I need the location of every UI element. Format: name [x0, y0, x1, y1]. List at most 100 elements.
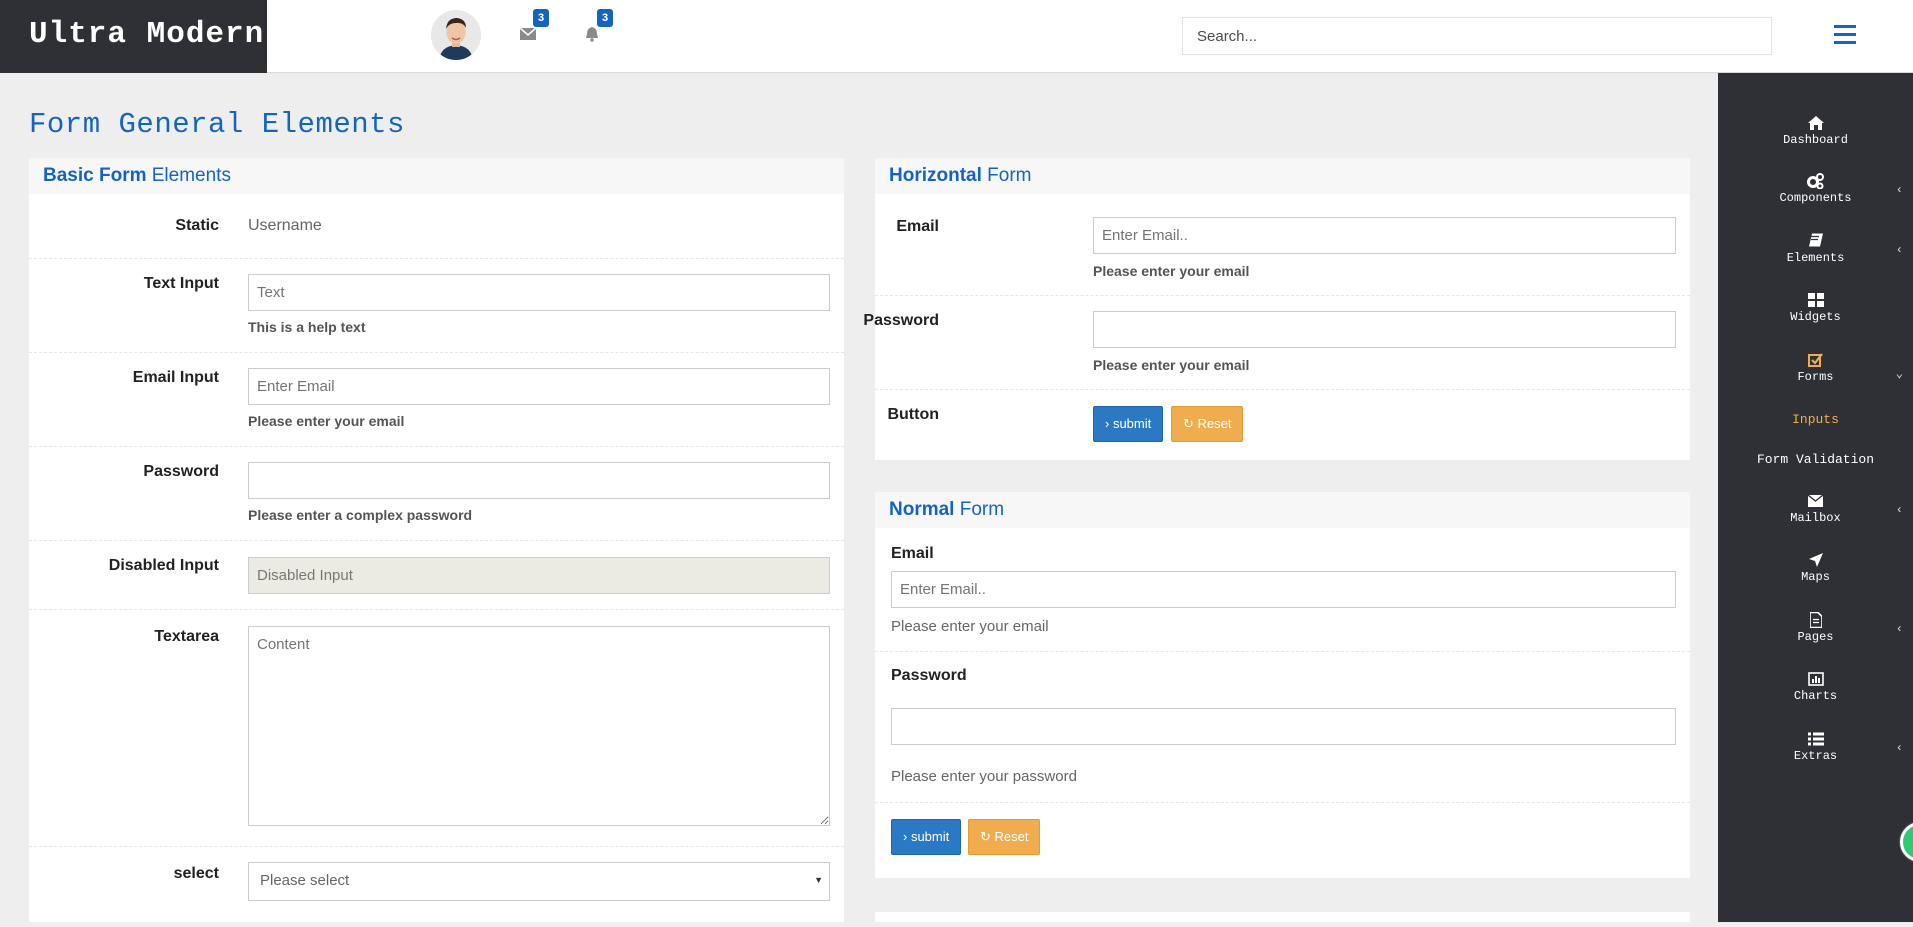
form-row-select: select Please select ▼	[29, 847, 844, 927]
check-square-icon	[1808, 353, 1823, 367]
sidebar-item-elements[interactable]: Elements ‹	[1718, 233, 1913, 265]
textarea-label: Textarea	[154, 628, 219, 645]
email-label: Email	[891, 545, 934, 562]
form-row-password: Password Please enter your password	[875, 652, 1690, 803]
avatar[interactable]	[431, 10, 481, 60]
sidebar-item-label: Form Validation	[1756, 452, 1875, 467]
email-input[interactable]	[891, 571, 1676, 608]
bar-chart-icon	[1807, 672, 1824, 686]
email-input[interactable]	[248, 368, 830, 405]
form-row-static: Static Username	[29, 194, 844, 259]
refresh-icon: ↻	[1183, 416, 1198, 431]
form-row-disabled: Disabled Input Disabled Input	[29, 541, 844, 610]
password-input[interactable]	[1093, 311, 1676, 348]
th-large-icon	[1807, 293, 1824, 307]
submit-button[interactable]: › submit	[891, 819, 962, 855]
sidebar: Dashboard Components ‹ Elements ‹ Widget…	[1718, 73, 1913, 922]
form-row-buttons: Button › submit ↻ Reset	[875, 390, 1690, 460]
sidebar-item-extras[interactable]: Extras ‹	[1718, 731, 1913, 763]
normal-form-panel: Normal Form Email Please enter your emai…	[875, 492, 1690, 878]
envelope-icon	[519, 27, 537, 40]
password-label: Password	[863, 312, 939, 329]
help-text: Please enter your email	[248, 413, 405, 429]
envelope-icon	[1808, 494, 1823, 507]
sidebar-item-dashboard[interactable]: Dashboard	[1718, 115, 1913, 147]
help-text: Please enter a complex password	[248, 507, 473, 523]
sidebar-subitem-inputs[interactable]: Inputs	[1718, 412, 1913, 427]
horizontal-form-panel: Horizontal Form Email Please enter your …	[863, 158, 1690, 460]
panel-title: Basic Form Elements	[29, 158, 844, 194]
select-value: Please select	[260, 872, 350, 889]
help-text: Please enter your email	[1093, 263, 1250, 279]
sidebar-item-components[interactable]: Components ‹	[1718, 173, 1913, 205]
sidebar-item-label: Widgets	[1790, 310, 1841, 324]
help-text: Please enter your email	[891, 618, 1049, 635]
home-icon	[1807, 116, 1824, 130]
sidebar-item-label: Mailbox	[1790, 511, 1841, 525]
next-panel	[875, 912, 1690, 922]
sidebar-item-forms[interactable]: Forms ⌄	[1718, 352, 1913, 384]
basic-form-panel: Basic Form Elements Static Username Text…	[29, 158, 844, 922]
hamburger-menu-icon[interactable]	[1834, 25, 1856, 45]
sidebar-item-label: Extras	[1793, 749, 1838, 763]
panel-title: Normal Form	[875, 492, 1690, 528]
static-label: Static	[175, 217, 219, 234]
chevron-left-icon: ‹	[1895, 243, 1903, 257]
reset-label: Reset	[1197, 416, 1232, 431]
chevron-left-icon: ‹	[1895, 183, 1903, 197]
email-label: Email	[896, 218, 939, 235]
sidebar-item-mailbox[interactable]: Mailbox ‹	[1718, 493, 1913, 525]
sidebar-subitem-form-validation[interactable]: Form Validation	[1718, 452, 1913, 467]
reset-button[interactable]: ↻ Reset	[1171, 406, 1244, 442]
disabled-input-label: Disabled Input	[108, 557, 219, 574]
list-icon	[1807, 732, 1824, 746]
messages-button[interactable]: 3	[519, 9, 550, 46]
button-label: Button	[887, 406, 939, 423]
chevron-down-icon: ⌄	[1895, 367, 1903, 381]
file-icon	[1809, 612, 1822, 628]
content-textarea[interactable]	[248, 626, 830, 826]
sidebar-item-maps[interactable]: Maps	[1718, 552, 1913, 584]
notifications-badge: 3	[597, 9, 614, 27]
notifications-button[interactable]: 3	[584, 9, 614, 46]
sidebar-item-widgets[interactable]: Widgets	[1718, 292, 1913, 324]
refresh-icon: ↻	[980, 829, 995, 844]
sidebar-item-label: Forms	[1797, 370, 1834, 384]
select-dropdown[interactable]: Please select ▼	[248, 862, 830, 901]
sidebar-item-charts[interactable]: Charts	[1718, 671, 1913, 703]
email-input[interactable]	[1093, 217, 1676, 254]
submit-button[interactable]: › submit	[1093, 406, 1164, 442]
sidebar-item-label: Inputs	[1792, 412, 1839, 427]
caret-down-icon: ▼	[814, 875, 823, 885]
form-row-email: Email Input Please enter your email	[29, 353, 844, 447]
text-input-label: Text Input	[143, 275, 219, 292]
disabled-input: Disabled Input	[248, 557, 830, 594]
form-row-email: Email Please enter your email	[875, 528, 1690, 652]
password-input[interactable]	[891, 708, 1676, 745]
brand-logo[interactable]: Ultra Modern	[0, 0, 267, 73]
sidebar-item-label: Elements	[1786, 251, 1845, 265]
help-text: Please enter your email	[1093, 357, 1250, 373]
form-row-email: Email Please enter your email	[875, 194, 1690, 296]
panel-title: Horizontal Form	[875, 158, 1690, 194]
cogs-icon	[1806, 173, 1824, 189]
form-row-buttons: › submit ↻ Reset	[875, 803, 1690, 878]
sidebar-item-label: Dashboard	[1783, 133, 1848, 147]
password-input[interactable]	[248, 462, 830, 499]
sidebar-item-pages[interactable]: Pages ‹	[1718, 612, 1913, 644]
password-label: Password	[891, 667, 967, 684]
chevron-left-icon: ‹	[1895, 741, 1903, 755]
chevron-left-icon: ‹	[1895, 503, 1903, 517]
location-arrow-icon	[1808, 553, 1823, 567]
email-input-label: Email Input	[132, 369, 219, 386]
reset-button[interactable]: ↻ Reset	[968, 819, 1041, 855]
book-icon	[1808, 233, 1823, 247]
sidebar-item-label: Components	[1779, 191, 1852, 205]
static-value: Username	[248, 217, 322, 234]
help-text: Please enter your password	[891, 768, 1077, 785]
chevron-left-icon: ‹	[1895, 622, 1903, 636]
search-input[interactable]	[1182, 17, 1772, 55]
help-text: This is a help text	[248, 319, 366, 335]
form-row-textarea: Textarea	[29, 610, 844, 847]
text-input[interactable]	[248, 274, 830, 311]
